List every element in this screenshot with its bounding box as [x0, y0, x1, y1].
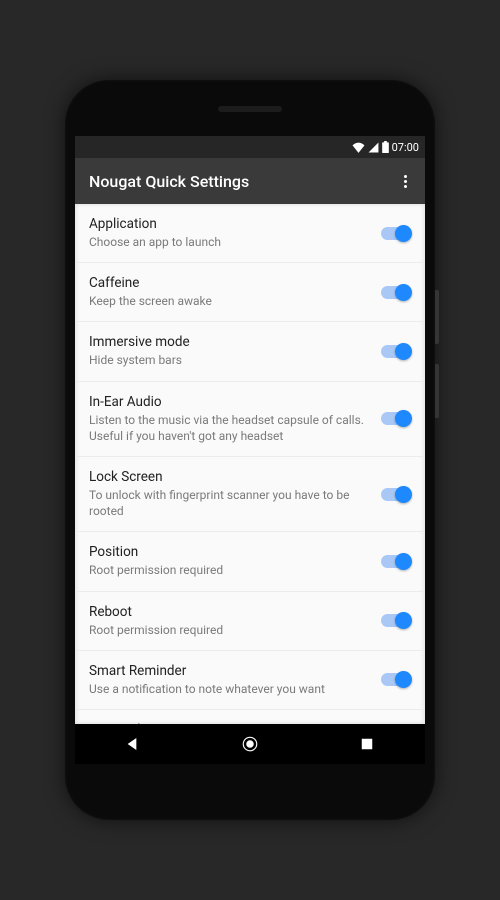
setting-subtitle: Hide system bars [89, 352, 369, 368]
toggle-switch[interactable] [381, 227, 411, 240]
setting-title: Lock Screen [89, 469, 369, 485]
setting-row-reboot[interactable]: Reboot Root permission required [75, 592, 425, 651]
navigation-bar [75, 724, 425, 764]
setting-row-smart-reminder[interactable]: Smart Reminder Use a notification to not… [75, 651, 425, 710]
battery-icon [382, 141, 389, 153]
setting-row-immersive[interactable]: Immersive mode Hide system bars [75, 322, 425, 381]
status-time: 07:00 [392, 141, 419, 154]
phone-frame: 07:00 Nougat Quick Settings Application … [65, 80, 435, 820]
toggle-switch[interactable] [381, 488, 411, 501]
volume-down-button [435, 364, 439, 418]
toggle-switch[interactable] [381, 412, 411, 425]
toggle-switch[interactable] [381, 345, 411, 358]
settings-content: Application Choose an app to launch Caff… [75, 204, 425, 724]
more-options-icon[interactable] [400, 171, 411, 192]
setting-title: In-Ear Audio [89, 394, 369, 410]
screen: 07:00 Nougat Quick Settings Application … [75, 136, 425, 764]
setting-title: Caffeine [89, 275, 369, 291]
setting-row-screenshot[interactable]: Screenshot [75, 710, 425, 724]
setting-row-position[interactable]: Position Root permission required [75, 532, 425, 591]
setting-subtitle: Use a notification to note whatever you … [89, 681, 369, 697]
setting-subtitle: To unlock with fingerprint scanner you h… [89, 487, 369, 519]
phone-speaker [218, 106, 282, 112]
setting-subtitle: Keep the screen awake [89, 293, 369, 309]
toggle-switch[interactable] [381, 555, 411, 568]
toggle-switch[interactable] [381, 614, 411, 627]
wifi-icon [352, 142, 365, 153]
setting-subtitle: Root permission required [89, 622, 369, 638]
status-bar: 07:00 [75, 136, 425, 158]
setting-row-caffeine[interactable]: Caffeine Keep the screen awake [75, 263, 425, 322]
app-title: Nougat Quick Settings [89, 172, 249, 191]
setting-subtitle: Root permission required [89, 562, 369, 578]
setting-row-in-ear-audio[interactable]: In-Ear Audio Listen to the music via the… [75, 382, 425, 457]
app-bar: Nougat Quick Settings [75, 158, 425, 204]
nav-back-icon[interactable] [113, 724, 153, 764]
toggle-switch[interactable] [381, 673, 411, 686]
setting-title: Position [89, 544, 369, 560]
settings-list[interactable]: Application Choose an app to launch Caff… [75, 204, 425, 724]
nav-home-icon[interactable] [230, 724, 270, 764]
setting-title: Smart Reminder [89, 663, 369, 679]
volume-up-button [435, 290, 439, 344]
setting-subtitle: Choose an app to launch [89, 234, 369, 250]
setting-subtitle: Listen to the music via the headset caps… [89, 412, 369, 444]
nav-recent-icon[interactable] [347, 724, 387, 764]
setting-row-lock-screen[interactable]: Lock Screen To unlock with fingerprint s… [75, 457, 425, 532]
setting-title: Application [89, 216, 369, 232]
signal-icon [368, 142, 379, 153]
setting-title: Immersive mode [89, 334, 369, 350]
setting-title: Reboot [89, 604, 369, 620]
setting-row-application[interactable]: Application Choose an app to launch [75, 204, 425, 263]
toggle-switch[interactable] [381, 286, 411, 299]
